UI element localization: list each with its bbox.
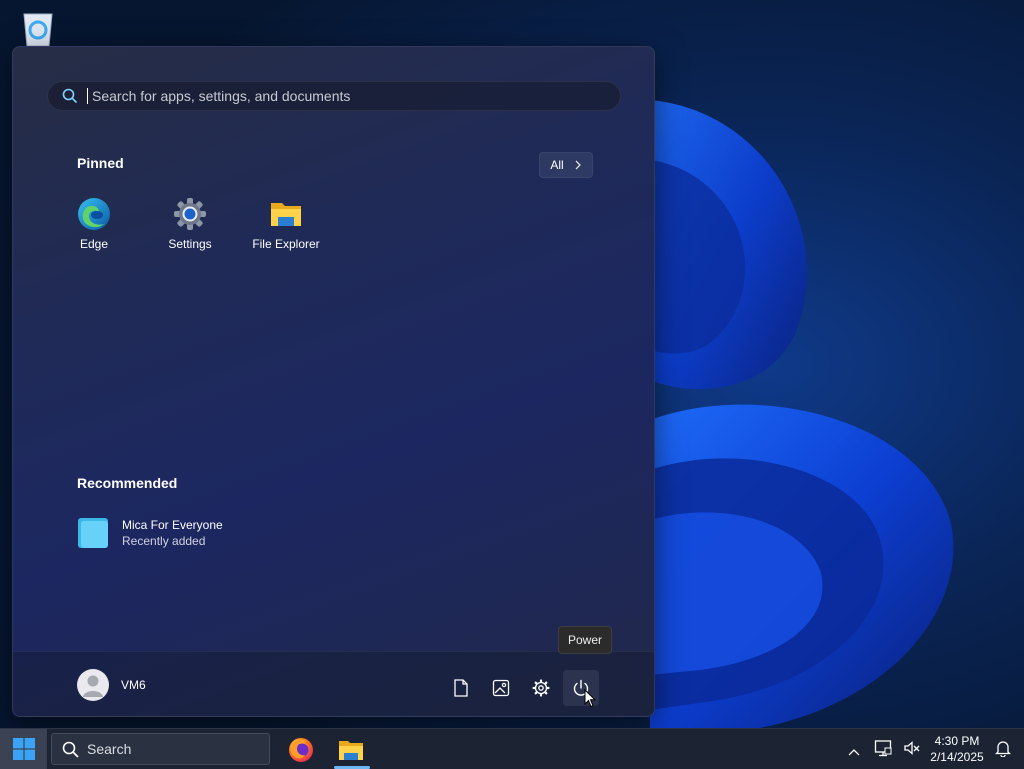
taskbar-file-explorer[interactable] <box>331 733 371 767</box>
recommended-item-subtitle: Recently added <box>122 534 206 548</box>
settings-icon <box>532 679 550 697</box>
documents-button[interactable] <box>443 670 479 706</box>
power-tooltip: Power <box>558 626 612 654</box>
pinned-app-edge[interactable]: Edge <box>50 197 138 251</box>
recommended-item-mica[interactable]: Mica For Everyone Recently added <box>77 517 223 549</box>
recommended-item-title: Mica For Everyone <box>122 518 223 532</box>
text-caret <box>87 88 88 104</box>
notification-bell-icon <box>994 741 1012 758</box>
pinned-app-label: Settings <box>168 237 212 251</box>
volume-muted-icon <box>904 741 920 755</box>
documents-icon <box>454 679 468 697</box>
taskbar-firefox[interactable] <box>281 733 321 767</box>
taskbar-search-label: Search <box>87 741 132 757</box>
pictures-icon <box>492 679 510 697</box>
firefox-icon <box>289 738 313 762</box>
settings-gear-icon <box>173 197 207 231</box>
file-explorer-icon <box>339 741 363 760</box>
search-icon <box>62 741 79 758</box>
start-button[interactable] <box>0 729 47 769</box>
mica-app-icon <box>77 517 109 549</box>
system-clock[interactable]: 4:30 PM 2/14/2025 <box>920 733 994 765</box>
clock-date: 2/14/2025 <box>930 750 984 764</box>
search-icon <box>62 88 78 104</box>
folder-icon <box>269 197 303 231</box>
windows-logo-icon <box>12 738 35 760</box>
user-name: VM6 <box>121 678 146 692</box>
recommended-title: Recommended <box>77 475 178 491</box>
start-search-box[interactable] <box>47 81 621 111</box>
pinned-app-file-explorer[interactable]: File Explorer <box>242 197 330 251</box>
pinned-app-settings[interactable]: Settings <box>146 197 234 251</box>
pinned-app-label: File Explorer <box>252 237 320 251</box>
mouse-cursor-icon <box>584 689 596 708</box>
user-account-button[interactable]: VM6 <box>77 669 146 701</box>
start-menu: Pinned All Edge <box>12 46 655 717</box>
pinned-title: Pinned <box>77 155 124 171</box>
pictures-button[interactable] <box>483 670 519 706</box>
chevron-right-icon <box>575 160 581 170</box>
network-button[interactable] <box>874 739 892 762</box>
chevron-up-icon <box>848 749 860 756</box>
edge-icon <box>77 197 111 231</box>
pinned-app-label: Edge <box>79 237 109 251</box>
show-hidden-icons-button[interactable] <box>848 743 860 761</box>
all-apps-button[interactable]: All <box>539 152 593 178</box>
avatar <box>77 669 109 701</box>
all-apps-label: All <box>550 158 564 172</box>
settings-button[interactable] <box>523 670 559 706</box>
volume-button[interactable] <box>903 739 921 762</box>
start-search-input[interactable] <box>90 87 594 105</box>
clock-time: 4:30 PM <box>934 734 980 748</box>
start-menu-footer: VM6 <box>13 651 654 716</box>
taskbar-search-box[interactable]: Search <box>51 733 270 765</box>
recycle-bin-icon[interactable] <box>18 8 58 48</box>
notifications-button[interactable] <box>994 739 1012 762</box>
network-icon <box>874 740 892 757</box>
taskbar: Search 4:30 PM 2/14/2025 <box>0 728 1024 769</box>
